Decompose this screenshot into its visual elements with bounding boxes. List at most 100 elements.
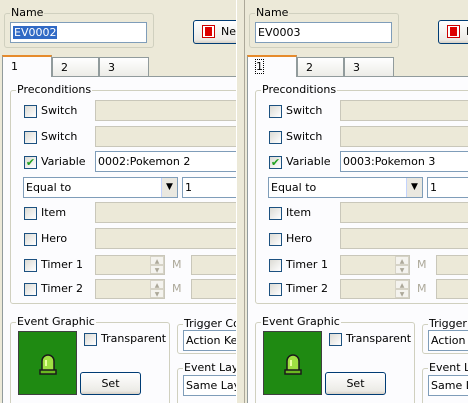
timer2-checkbox[interactable] (269, 283, 282, 296)
hero-label: Hero (286, 232, 313, 245)
variable-field[interactable]: 0002:Pokemon 2 (95, 151, 236, 172)
variable-checkbox[interactable]: ✔ (269, 156, 282, 169)
preconditions-title: Preconditions (16, 83, 93, 96)
timer1-label: Timer 1 (286, 258, 328, 271)
operator-value: Equal to (26, 181, 72, 194)
timer1-seconds-spin[interactable] (191, 255, 236, 275)
tab-2[interactable]: 2 (297, 57, 344, 77)
item-label: Item (41, 206, 67, 219)
timer1-minutes-spin[interactable]: ▲ ▼ (95, 255, 165, 275)
operator-select[interactable]: Equal to ▼ (23, 177, 178, 198)
variable-checkbox[interactable]: ✔ (24, 156, 37, 169)
transparent-label: Transparent (101, 332, 167, 345)
item-field[interactable] (95, 202, 236, 223)
amount-input[interactable]: 1 (182, 177, 236, 198)
tab-3[interactable]: 3 (99, 57, 149, 77)
timer2-seconds-spin[interactable] (191, 279, 236, 299)
switch1-label: Switch (41, 104, 78, 117)
item-label: Item (286, 206, 312, 219)
timer1-seconds-spin[interactable] (436, 255, 468, 275)
switch1-checkbox[interactable] (269, 105, 282, 118)
name-label: Name (255, 6, 290, 19)
tab-3-label: 3 (353, 61, 360, 74)
variable-label: Variable (286, 155, 331, 168)
name-input[interactable]: EV0003 (255, 22, 392, 43)
operator-value: Equal to (271, 181, 317, 194)
spin-up-icon[interactable]: ▲ (395, 256, 409, 265)
timer2-m-label: M (417, 282, 427, 295)
timer1-minutes-spin[interactable]: ▲ ▼ (340, 255, 410, 275)
switch2-field[interactable] (340, 126, 468, 147)
red-p-icon (447, 25, 460, 38)
layer-title: Event La (428, 362, 468, 374)
item-checkbox[interactable] (24, 207, 37, 220)
item-field[interactable] (340, 202, 468, 223)
hero-checkbox[interactable] (269, 233, 282, 246)
timer2-checkbox[interactable] (24, 283, 37, 296)
switch2-field[interactable] (95, 126, 236, 147)
spin-up-icon[interactable]: ▲ (150, 280, 164, 289)
trigger-select[interactable]: Action (428, 330, 468, 351)
switch1-field[interactable] (340, 100, 468, 121)
tab-2[interactable]: 2 (52, 57, 99, 77)
tab-3[interactable]: 3 (344, 57, 394, 77)
spin-down-icon[interactable]: ▼ (395, 265, 409, 274)
timer1-m-label: M (172, 258, 182, 271)
new-page-button[interactable]: New (193, 20, 236, 44)
chevron-down-icon[interactable]: ▼ (406, 178, 422, 197)
variable-field[interactable]: 0003:Pokemon 3 (340, 151, 468, 172)
tab-1[interactable]: 1 (247, 55, 297, 77)
transparent-label: Transparent (346, 332, 412, 345)
layer-select[interactable]: Same Lay (183, 375, 236, 396)
green-bell-sprite-icon (38, 354, 57, 375)
switch2-checkbox[interactable] (24, 131, 37, 144)
spin-up-icon[interactable]: ▲ (150, 256, 164, 265)
timer2-label: Timer 2 (41, 282, 83, 295)
split-divider[interactable] (236, 0, 245, 403)
spin-down-icon[interactable]: ▼ (150, 289, 164, 298)
new-page-button[interactable]: N (438, 20, 468, 44)
tab-3-label: 3 (108, 61, 115, 74)
left-event-pane: Name EV0002 New 1 2 3 Preconditions Swit… (0, 0, 236, 403)
new-button-label: New (221, 25, 236, 38)
switch1-field[interactable] (95, 100, 236, 121)
trigger-title: Trigger C (428, 318, 468, 330)
spin-down-icon[interactable]: ▼ (150, 265, 164, 274)
event-graphic-preview[interactable] (18, 331, 77, 395)
set-graphic-button[interactable]: Set (80, 372, 141, 395)
trigger-title: Trigger Co (183, 318, 236, 330)
timer2-seconds-spin[interactable] (436, 279, 468, 299)
timer1-checkbox[interactable] (269, 259, 282, 272)
spin-up-icon[interactable]: ▲ (395, 280, 409, 289)
switch1-label: Switch (286, 104, 323, 117)
name-label: Name (10, 6, 45, 19)
amount-input[interactable]: 1 (427, 177, 468, 198)
operator-select[interactable]: Equal to ▼ (268, 177, 423, 198)
switch2-checkbox[interactable] (269, 131, 282, 144)
spin-down-icon[interactable]: ▼ (395, 289, 409, 298)
tab-2-label: 2 (306, 61, 313, 74)
transparent-checkbox[interactable] (329, 333, 342, 346)
set-graphic-button[interactable]: Set (325, 372, 386, 395)
hero-checkbox[interactable] (24, 233, 37, 246)
event-graphic-preview[interactable] (263, 331, 322, 395)
transparent-checkbox[interactable] (84, 333, 97, 346)
name-input[interactable]: EV0002 (10, 22, 147, 43)
tab-1[interactable]: 1 (2, 55, 52, 77)
red-p-icon (202, 25, 215, 38)
switch1-checkbox[interactable] (24, 105, 37, 118)
timer1-label: Timer 1 (41, 258, 83, 271)
name-value: EV0002 (13, 26, 58, 39)
chevron-down-icon[interactable]: ▼ (161, 178, 177, 197)
timer2-minutes-spin[interactable]: ▲ ▼ (340, 279, 410, 299)
timer2-minutes-spin[interactable]: ▲ ▼ (95, 279, 165, 299)
event-graphic-title: Event Graphic (261, 315, 341, 328)
timer2-m-label: M (172, 282, 182, 295)
item-checkbox[interactable] (269, 207, 282, 220)
timer1-m-label: M (417, 258, 427, 271)
trigger-select[interactable]: Action Ke (183, 330, 236, 351)
timer1-checkbox[interactable] (24, 259, 37, 272)
layer-select[interactable]: Same La (428, 375, 468, 396)
hero-field[interactable] (340, 228, 468, 249)
hero-field[interactable] (95, 228, 236, 249)
